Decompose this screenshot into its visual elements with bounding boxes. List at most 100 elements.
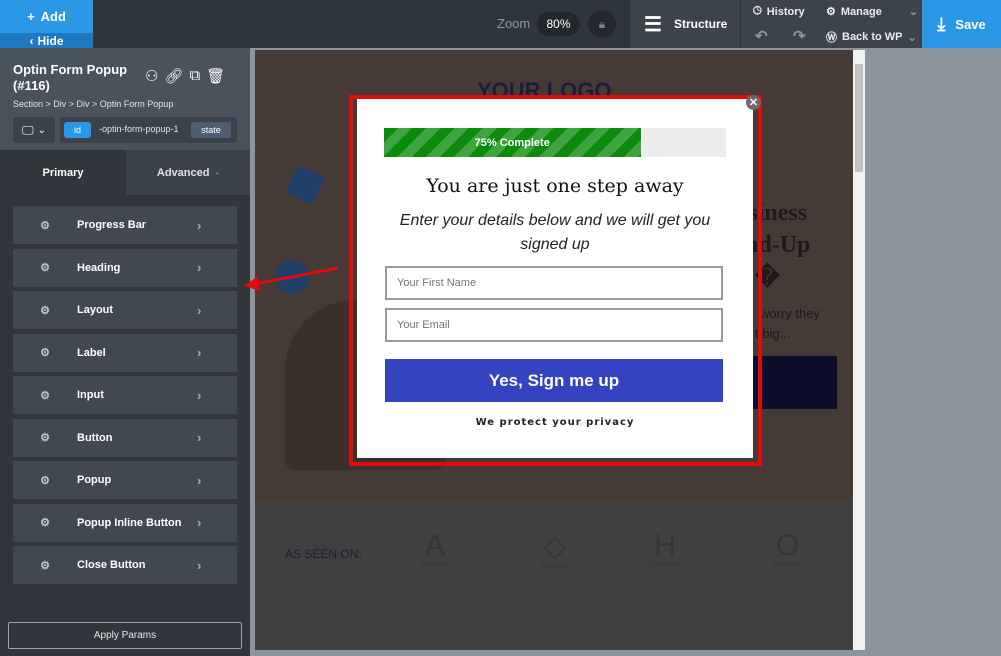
tab-primary[interactable]: Primary [0, 150, 126, 195]
lock-icon[interactable]: 🔒︎ [588, 10, 616, 38]
back-to-wp-button[interactable]: Ⓦ Back to WP ⌄ [826, 29, 917, 45]
back-to-wp-label: Back to WP [842, 31, 903, 43]
section-item-label: Button [77, 431, 113, 444]
section-item-label: Layout [77, 304, 114, 316]
progress-bar: 75% Complete [384, 128, 726, 157]
company-logo-a: A COMPANY [415, 529, 455, 569]
section-item[interactable]: ⚙︎ Popup › [13, 461, 237, 499]
chevron-right-icon: › [197, 387, 202, 403]
apply-params-button[interactable]: Apply Params [8, 622, 242, 649]
as-seen-on-section: AS SEEN ON: A COMPANY ◇ COMPANY H COMPANY O… [255, 501, 853, 650]
as-seen-on-label: AS SEEN ON: [285, 547, 362, 561]
plus-icon: + [27, 9, 35, 24]
zoom-value[interactable]: 80% [537, 12, 580, 36]
privacy-note: We protect your privacy [475, 417, 635, 428]
section-item-label: Popup [77, 474, 112, 486]
pointer-arrow [244, 266, 339, 291]
company-text: COMPANY [420, 563, 450, 569]
company-text: COMPANY [772, 563, 803, 569]
trash-icon[interactable]: 🗑︎ [206, 67, 225, 85]
section-item-label: Heading [77, 261, 121, 274]
manage-button[interactable]: ⚙︎ Manage ⌄ [826, 5, 919, 19]
chevron-left-icon: ‹ [29, 33, 34, 48]
add-label: Add [40, 9, 66, 24]
breadcrumb: Section > Div > Div > Optin Form Popup [13, 99, 174, 109]
email-input[interactable] [385, 308, 723, 342]
popup-subheading: Enter your details below and we will get… [399, 212, 711, 253]
id-tag[interactable]: id [64, 122, 91, 138]
hide-label: Hide [37, 33, 64, 48]
history-button[interactable]: 🕒︎ History [753, 5, 805, 18]
add-button[interactable]: + Add [0, 0, 93, 33]
progress-label: 75% Complete [474, 136, 550, 149]
element-tools: ⚇ 🔗︎ ⧉ 🗑︎ [145, 67, 225, 85]
history-label: History [766, 5, 805, 18]
duplicate-icon[interactable]: ⧉ [190, 67, 201, 85]
section-item-label: Input [77, 389, 104, 401]
structure-label: Structure [673, 17, 728, 31]
minus-icon: - [215, 166, 220, 179]
company-text: COMPANY [650, 563, 680, 569]
chevron-right-icon: › [197, 217, 202, 233]
chevron-right-icon: › [197, 472, 202, 488]
sign-up-button[interactable]: Yes, Sign me up [385, 359, 723, 402]
tab-advanced[interactable]: Advanced - [126, 150, 250, 195]
first-name-input[interactable] [385, 266, 723, 300]
chevron-down-icon: ⌄ [907, 31, 917, 44]
company-logo-o: O COMPANY [765, 529, 810, 569]
chevron-right-icon: › [197, 430, 202, 445]
panel-tabs: Primary Advanced - [0, 150, 250, 195]
section-item[interactable]: ⚙︎ Button › [13, 418, 237, 457]
clock-icon: 🕒︎ [753, 5, 762, 17]
hero-body-line1: worry they [760, 306, 820, 321]
chevron-right-icon: › [197, 260, 202, 275]
section-item-label: Popup Inline Button [77, 516, 182, 529]
id-value[interactable]: -optin-form-popup-1 [99, 124, 179, 134]
gear-icon: ⚙︎ [40, 517, 50, 529]
hide-button[interactable]: ‹ Hide [0, 33, 93, 48]
progress-fill: 75% Complete [384, 128, 641, 157]
redo-icon[interactable]: ↷ [793, 27, 806, 45]
structure-button[interactable]: ☰ Structure [630, 0, 740, 48]
chevron-down-icon: ⌄ [908, 6, 919, 18]
tab-primary-label: Primary [42, 166, 84, 179]
undo-icon[interactable]: ↶ [755, 27, 768, 45]
save-label: Save [955, 16, 986, 32]
section-item[interactable]: ⚙︎ Heading › [13, 248, 237, 287]
wordpress-icon: Ⓦ [826, 32, 837, 44]
chevron-right-icon: › [197, 345, 202, 360]
section-item-label: Close Button [77, 559, 146, 571]
section-item[interactable]: ⚙︎ Close Button › [13, 546, 237, 584]
state-button[interactable]: state [191, 122, 231, 138]
gear-icon: ⚙︎ [40, 347, 50, 359]
chevron-right-icon: › [197, 557, 202, 573]
gear-icon: ⚙︎ [40, 389, 50, 402]
history-panel: 🕒︎ History ↶ ↷ ⚙︎ Manage ⌄ Ⓦ Back to WP ⌄ [740, 0, 922, 48]
gear-icon: ⚙︎ [40, 559, 50, 572]
section-item[interactable]: ⚙︎ Progress Bar › [13, 206, 237, 244]
gear-icon: ⚙︎ [40, 219, 50, 232]
chevron-down-icon: ⌄ [37, 124, 46, 136]
tab-advanced-label: Advanced [156, 166, 210, 179]
gear-icon: ⚙︎ [40, 432, 50, 444]
download-icon: ⤓ [937, 13, 946, 34]
manage-label: Manage [840, 5, 882, 18]
zoom-label: Zoom [497, 16, 531, 31]
desktop-icon: 🖵 [22, 122, 34, 137]
hierarchy-icon[interactable]: ⚇ [145, 67, 158, 85]
structure-icon: ☰ [644, 13, 662, 36]
section-item[interactable]: ⚙︎ Popup Inline Button › [13, 503, 237, 542]
scrollbar-thumb[interactable] [855, 64, 863, 172]
popup-heading: You are just one step away [426, 175, 684, 197]
section-item[interactable]: ⚙︎ Layout › [13, 291, 237, 329]
section-item[interactable]: ⚙︎ Input › [13, 376, 237, 414]
close-button[interactable]: ✕ [746, 95, 761, 110]
gear-icon: ⚙︎ [40, 304, 50, 317]
heart-badge-icon [285, 165, 325, 205]
save-button[interactable]: ⤓ Save [922, 0, 1001, 48]
company-logo-diamond: ◇ COMPANY [535, 529, 575, 570]
section-item[interactable]: ⚙︎ Label › [13, 333, 237, 372]
link-icon[interactable]: 🔗︎ [164, 67, 183, 85]
chevron-right-icon: › [197, 515, 202, 530]
device-select[interactable]: 🖵 ⌄ [13, 117, 55, 143]
